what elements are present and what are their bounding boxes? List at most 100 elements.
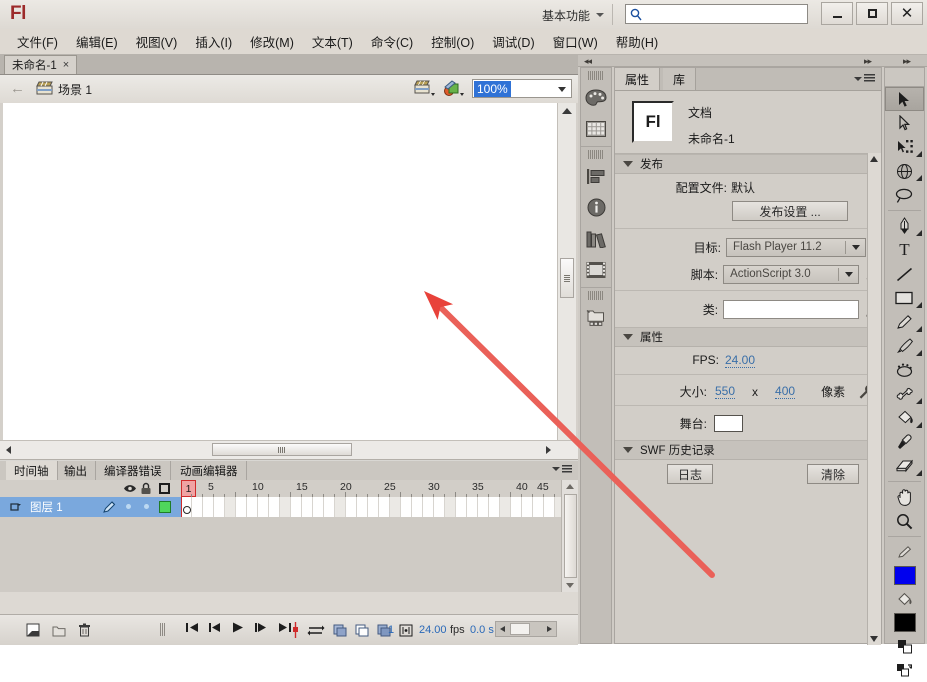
close-button[interactable]: ✕ — [891, 2, 923, 25]
zoom-value[interactable]: 100% — [474, 81, 511, 97]
expand-right-arrows-icon[interactable]: ▸▸ — [864, 56, 871, 67]
frame-cell[interactable] — [192, 497, 203, 517]
stage-width-value[interactable]: 550 — [715, 384, 735, 399]
eye-icon[interactable] — [123, 483, 137, 494]
swap-colors-icon[interactable] — [885, 658, 924, 682]
frame-cell[interactable] — [269, 497, 280, 517]
section-header-publish[interactable]: 发布 — [615, 154, 881, 174]
step-back-icon[interactable] — [208, 621, 222, 634]
free-transform-tool[interactable] — [885, 135, 924, 159]
stage-vertical-scroll-thumb[interactable] — [560, 258, 574, 298]
frame-ruler[interactable]: 1 5 10 15 20 25 30 35 40 45 — [181, 480, 561, 498]
stage-color-swatch[interactable] — [714, 415, 743, 432]
stage-canvas[interactable] — [3, 103, 558, 440]
stage-vertical-scrollbar[interactable] — [557, 103, 576, 440]
step-forward-icon[interactable] — [254, 621, 269, 634]
bone-tool[interactable] — [885, 382, 924, 406]
go-to-last-frame-icon[interactable] — [278, 621, 292, 634]
frame-cell[interactable] — [401, 497, 412, 517]
scroll-up-arrow-icon[interactable] — [566, 484, 574, 489]
minimize-button[interactable] — [821, 2, 853, 25]
frame-cell[interactable] — [434, 497, 445, 517]
frame-cell[interactable] — [368, 497, 379, 517]
zoom-combobox[interactable]: 100% — [472, 79, 572, 98]
eraser-tool[interactable] — [885, 454, 924, 478]
frame-cell[interactable] — [522, 497, 533, 517]
tab-timeline[interactable]: 时间轴 — [6, 461, 58, 480]
publish-settings-button[interactable]: 发布设置 ... — [732, 201, 848, 221]
scroll-right-arrow-icon[interactable] — [547, 626, 552, 632]
edit-scene-icon[interactable] — [414, 80, 440, 99]
menu-debug[interactable]: 调试(D) — [483, 29, 543, 54]
frame-cell[interactable] — [478, 497, 489, 517]
play-icon[interactable] — [231, 621, 245, 634]
frame-cell[interactable] — [280, 497, 291, 517]
layer-outline-color-square[interactable] — [159, 501, 171, 513]
fps-indicator[interactable]: 24.00 — [419, 624, 447, 636]
workspace-switcher[interactable]: 基本功能 — [536, 6, 610, 24]
chevron-down-icon[interactable] — [558, 87, 566, 92]
stage-horizontal-scrollbar[interactable] — [0, 440, 578, 460]
menu-insert[interactable]: 插入(I) — [186, 29, 241, 54]
scroll-left-arrow-icon[interactable] — [500, 626, 505, 632]
stage-height-value[interactable]: 400 — [775, 384, 795, 399]
text-tool[interactable]: T — [885, 238, 924, 262]
frame-cell[interactable] — [203, 497, 214, 517]
playhead-frame-number[interactable]: 1 — [181, 480, 196, 497]
layer-name[interactable]: 图层 1 — [30, 499, 63, 515]
layer-row[interactable]: 图层 1 — [0, 497, 181, 518]
maximize-button[interactable] — [856, 2, 888, 25]
stroke-color-pencil-icon[interactable] — [885, 540, 924, 564]
rectangle-tool[interactable] — [885, 286, 924, 310]
frame-cell[interactable] — [335, 497, 346, 517]
menu-control[interactable]: 控制(O) — [422, 29, 483, 54]
fill-color-swatch[interactable] — [894, 613, 916, 632]
keyframe-marker[interactable] — [183, 506, 191, 514]
library-books-icon[interactable] — [581, 223, 611, 254]
back-arrow-icon[interactable]: ← — [10, 81, 27, 96]
timeline-panel-menu-button[interactable] — [552, 465, 572, 473]
fill-color-bucket-icon[interactable] — [885, 587, 924, 611]
current-frame-indicator[interactable]: 1 — [388, 624, 394, 636]
tools-expand-arrows-icon[interactable]: ▸▸ — [903, 56, 910, 67]
scroll-down-arrow-icon[interactable] — [870, 636, 878, 642]
frame-cell[interactable] — [214, 497, 225, 517]
frame-cell[interactable] — [357, 497, 368, 517]
frame-cell[interactable] — [456, 497, 467, 517]
document-tab-untitled-1[interactable]: 未命名-1 × — [4, 55, 77, 74]
black-and-white-colors-icon[interactable] — [885, 634, 924, 658]
3d-rotation-tool[interactable] — [885, 159, 924, 183]
frame-cell[interactable] — [423, 497, 434, 517]
pen-tool[interactable] — [885, 214, 924, 238]
frame-cell[interactable] — [313, 497, 324, 517]
frame-cell[interactable] — [379, 497, 390, 517]
layer-list-empty-area[interactable] — [0, 517, 182, 592]
eyedropper-tool[interactable] — [885, 430, 924, 454]
tab-library[interactable]: 库 — [663, 68, 696, 90]
stage-horizontal-scroll-thumb[interactable] — [212, 443, 352, 456]
pencil-tool[interactable] — [885, 310, 924, 334]
frame-cell[interactable] — [412, 497, 423, 517]
frame-cell[interactable] — [500, 497, 511, 517]
info-icon[interactable] — [581, 192, 611, 223]
search-box[interactable] — [625, 4, 808, 24]
color-swatches-icon[interactable] — [581, 113, 611, 144]
frames-strip[interactable] — [181, 497, 561, 518]
timeline-horizontal-scrollbar[interactable] — [495, 621, 557, 637]
onion-marker-bracket-icon[interactable] — [399, 624, 413, 637]
rail-grip-icon[interactable] — [588, 150, 604, 159]
rail-grip-icon[interactable] — [588, 291, 604, 300]
scroll-left-arrow-icon[interactable] — [6, 446, 11, 454]
section-header-swf-history[interactable]: SWF 历史记录 — [615, 440, 881, 460]
frame-cell[interactable] — [302, 497, 313, 517]
frame-cell[interactable] — [258, 497, 269, 517]
frame-cell[interactable] — [346, 497, 357, 517]
search-input[interactable] — [646, 6, 808, 24]
frame-cell[interactable] — [489, 497, 500, 517]
brush-tool[interactable] — [885, 334, 924, 358]
clear-button[interactable]: 清除 — [807, 464, 859, 484]
line-tool[interactable] — [885, 262, 924, 286]
frame-cell[interactable] — [291, 497, 302, 517]
timeline-vertical-scrollbar[interactable] — [561, 480, 579, 592]
frame-cell[interactable] — [236, 497, 247, 517]
